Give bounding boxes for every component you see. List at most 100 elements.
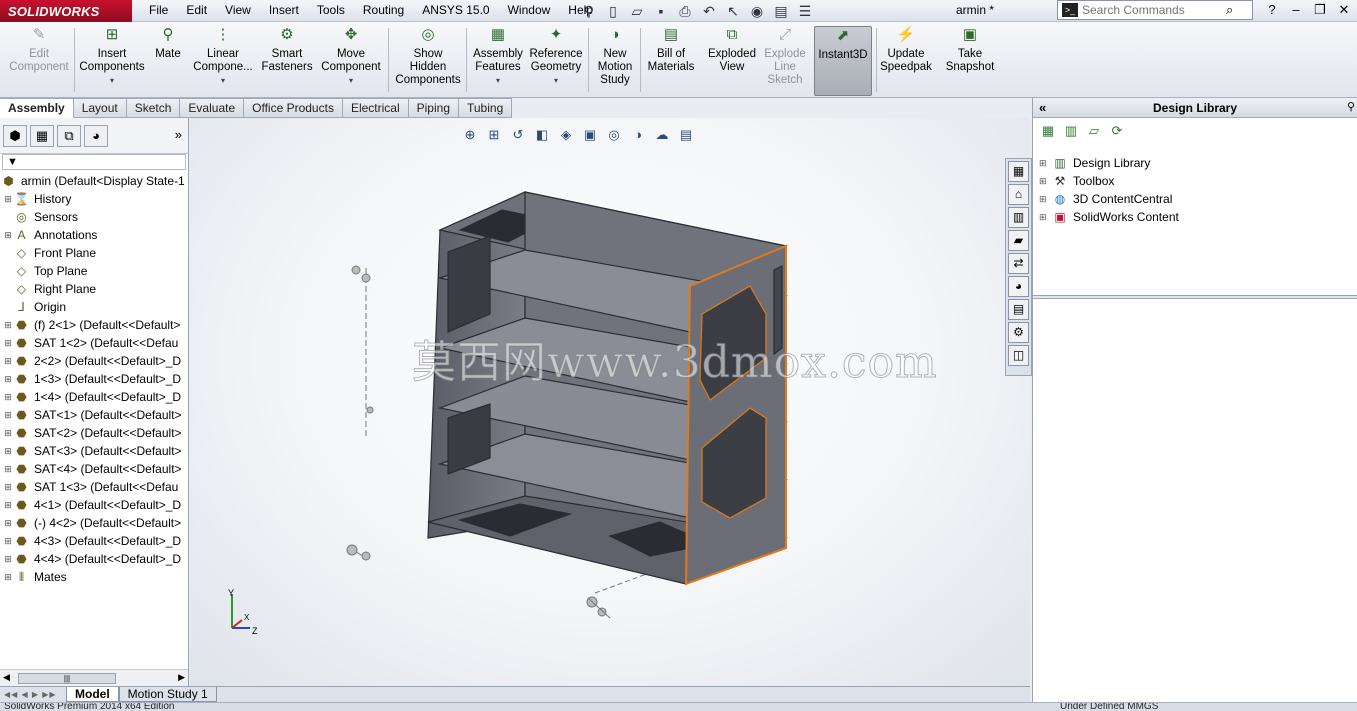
tree-item[interactable]: ⊞ ⌛ History <box>0 190 188 208</box>
tab-layout[interactable]: Layout <box>73 98 127 118</box>
tree-item[interactable]: ⊞ ⬣ 1<4> (Default<<Default>_D <box>0 388 188 406</box>
tab-piping[interactable]: Piping <box>408 98 459 118</box>
tree-item[interactable]: ⊞ ⬣ 1<3> (Default<<Default>_D <box>0 370 188 388</box>
view-palette-tab-icon[interactable]: ⇄ <box>1008 253 1029 274</box>
minimize-icon[interactable]: – <box>1286 0 1306 20</box>
show-hidden-button[interactable]: ◎ Show Hidden Components <box>395 26 460 96</box>
options-icon[interactable]: ☰ <box>794 1 816 21</box>
expand-icon[interactable]: ⊞ <box>3 230 13 241</box>
expand-icon[interactable]: ⊞ <box>3 374 13 385</box>
feature-tree-tab-icon[interactable]: ⬢ <box>3 124 27 147</box>
scroll-right-icon[interactable]: ▶ <box>178 672 185 683</box>
solidworks-logo[interactable]: SOLIDWORKS <box>0 0 132 22</box>
expand-icon[interactable]: ⊞ <box>3 572 13 583</box>
appearances-tab-icon[interactable]: ◕ <box>1008 276 1029 297</box>
explode-line-button[interactable]: ⤢ Explode Line Sketch <box>762 26 808 96</box>
file-explorer-tab-icon[interactable]: ▰ <box>1008 230 1029 251</box>
bottom-tab-model[interactable]: Model <box>66 687 119 702</box>
file-properties-icon[interactable]: ▤ <box>770 1 792 21</box>
tree-item[interactable]: ◇ Front Plane <box>0 244 188 262</box>
display-manager-tab-icon[interactable]: ◕ <box>84 124 108 147</box>
reference-geometry-button[interactable]: ✦ Reference Geometry ▾ <box>528 26 584 96</box>
chevron-down-icon[interactable]: ▾ <box>554 74 558 87</box>
expand-icon[interactable]: ⊞ <box>3 428 13 439</box>
snapshot-button[interactable]: ▣ Take Snapshot <box>942 26 998 96</box>
expand-icon[interactable]: ⊞ <box>3 536 13 547</box>
search-commands-box[interactable]: >_ ⌕ <box>1057 0 1253 20</box>
pin-icon[interactable]: ⚲ <box>578 1 600 21</box>
tab-evaluate[interactable]: Evaluate <box>180 98 245 118</box>
design-library-item[interactable]: ⊞ ⚒ Toolbox <box>1033 172 1357 190</box>
tree-item[interactable]: ⊞ ⬣ SAT<4> (Default<<Default> <box>0 460 188 478</box>
scroll-left-icon[interactable]: ◀ <box>3 672 10 683</box>
menu-insert[interactable]: Insert <box>260 0 308 22</box>
close-icon[interactable]: ✕ <box>1334 0 1354 20</box>
chevron-down-icon[interactable]: ▾ <box>221 74 225 87</box>
chevron-down-icon[interactable]: ▾ <box>496 74 500 87</box>
new-document-icon[interactable]: ▯ <box>602 1 624 21</box>
insert-components-button[interactable]: ⊞ Insert Components ▾ <box>78 26 146 96</box>
chevron-down-icon[interactable]: ▾ <box>349 74 353 87</box>
tree-item[interactable]: ⊞ ⬣ 4<1> (Default<<Default>_D <box>0 496 188 514</box>
tree-item[interactable]: ⊞ ⬣ (f) 2<1> (Default<<Default> <box>0 316 188 334</box>
expand-icon[interactable]: ⊞ <box>3 518 13 529</box>
tree-item[interactable]: ⊞ ⬣ SAT<2> (Default<<Default> <box>0 424 188 442</box>
motion-study-button[interactable]: ◑ New Motion Study <box>592 26 638 96</box>
tab-office-products[interactable]: Office Products <box>244 98 343 118</box>
recorder-tab-icon[interactable]: ◫ <box>1008 345 1029 366</box>
tab-sketch[interactable]: Sketch <box>126 98 181 118</box>
create-folder-icon[interactable]: ▱ <box>1085 123 1103 139</box>
tree-item[interactable]: ⊞ ⬣ 4<4> (Default<<Default>_D <box>0 550 188 568</box>
chevron-down-icon[interactable]: ▾ <box>110 74 114 87</box>
configuration-manager-tab-icon[interactable]: ⧉ <box>57 124 81 147</box>
instant3d-button[interactable]: ⬈ Instant3D <box>814 26 872 96</box>
smart-fasteners-button[interactable]: ⚙ Smart Fasteners <box>261 26 312 96</box>
tree-item[interactable]: ⊞ ⬣ 2<2> (Default<<Default>_D <box>0 352 188 370</box>
menu-file[interactable]: File <box>140 0 177 22</box>
expand-icon[interactable]: ⊞ <box>3 446 13 457</box>
tree-item[interactable]: ⊞ A Annotations <box>0 226 188 244</box>
add-to-library-icon[interactable]: ▦ <box>1039 123 1057 139</box>
expand-icon[interactable]: ⊞ <box>3 392 13 403</box>
design-library-item[interactable]: ⊞ ▣ SolidWorks Content <box>1033 208 1357 226</box>
menu-edit[interactable]: Edit <box>177 0 216 22</box>
graphics-area[interactable]: ⊕ ⊞ ↺ ◧ ◈ ▣ ◎ ◑ ☁ ▤ 莫西网www.3dmox.com Y X… <box>190 118 1030 686</box>
tree-item[interactable]: ⊞ ⬣ SAT 1<2> (Default<<Defau <box>0 334 188 352</box>
custom-properties-tab-icon[interactable]: ▤ <box>1008 299 1029 320</box>
expand-icon[interactable]: ⊞ <box>3 554 13 565</box>
tree-horizontal-scrollbar[interactable]: ◀ ||| ▶ <box>0 669 188 686</box>
expand-icon[interactable]: ⊞ <box>3 410 13 421</box>
linear-pattern-button[interactable]: ⋮ Linear Compone... ▾ <box>190 26 256 96</box>
menu-tools[interactable]: Tools <box>308 0 354 22</box>
expand-icon[interactable]: ⊞ <box>3 320 13 331</box>
tab-navigation-arrows[interactable]: ◀◀ ◀ ▶ ▶▶ <box>0 687 66 702</box>
add-file-location-icon[interactable]: ▥ <box>1062 123 1080 139</box>
expand-tabs-icon[interactable]: » <box>175 125 182 147</box>
design-library-item[interactable]: ⊞ ▥ Design Library <box>1033 154 1357 172</box>
refresh-icon[interactable]: ⟳ <box>1108 123 1126 139</box>
solidworks-resources-tab-icon[interactable]: ▦ <box>1008 161 1029 182</box>
expand-icon[interactable]: ⊞ <box>1039 212 1051 223</box>
menu-ansys-15-0[interactable]: ANSYS 15.0 <box>413 0 498 22</box>
expand-icon[interactable]: ⊞ <box>1039 158 1051 169</box>
expand-icon[interactable]: ⊞ <box>3 482 13 493</box>
property-manager-tab-icon[interactable]: ▦ <box>30 124 54 147</box>
menu-view[interactable]: View <box>216 0 260 22</box>
bottom-tab-motion-study-1[interactable]: Motion Study 1 <box>118 687 217 702</box>
tree-item[interactable]: ⅃ Origin <box>0 298 188 316</box>
plastics-tab-icon[interactable]: ⚙ <box>1008 322 1029 343</box>
print-icon[interactable]: ⎙ <box>674 1 696 21</box>
speedpak-button[interactable]: ⚡ Update Speedpak <box>878 26 934 96</box>
search-input[interactable] <box>1082 3 1222 17</box>
tab-assembly[interactable]: Assembly <box>0 98 74 118</box>
expand-icon[interactable]: ⊞ <box>3 356 13 367</box>
scroll-thumb[interactable]: ||| <box>18 673 116 684</box>
expand-icon[interactable]: ⊞ <box>3 194 13 205</box>
tree-item[interactable]: ⊞ ⬣ (-) 4<2> (Default<<Default> <box>0 514 188 532</box>
expand-icon[interactable]: ⊞ <box>3 500 13 511</box>
design-library-tab-icon[interactable]: ▥ <box>1008 207 1029 228</box>
help-icon[interactable]: ? <box>1262 0 1282 20</box>
mate-button[interactable]: ⚲ Mate <box>150 26 186 96</box>
assembly-model[interactable] <box>190 118 1030 686</box>
assembly-features-button[interactable]: ▦ Assembly Features ▾ <box>470 26 526 96</box>
